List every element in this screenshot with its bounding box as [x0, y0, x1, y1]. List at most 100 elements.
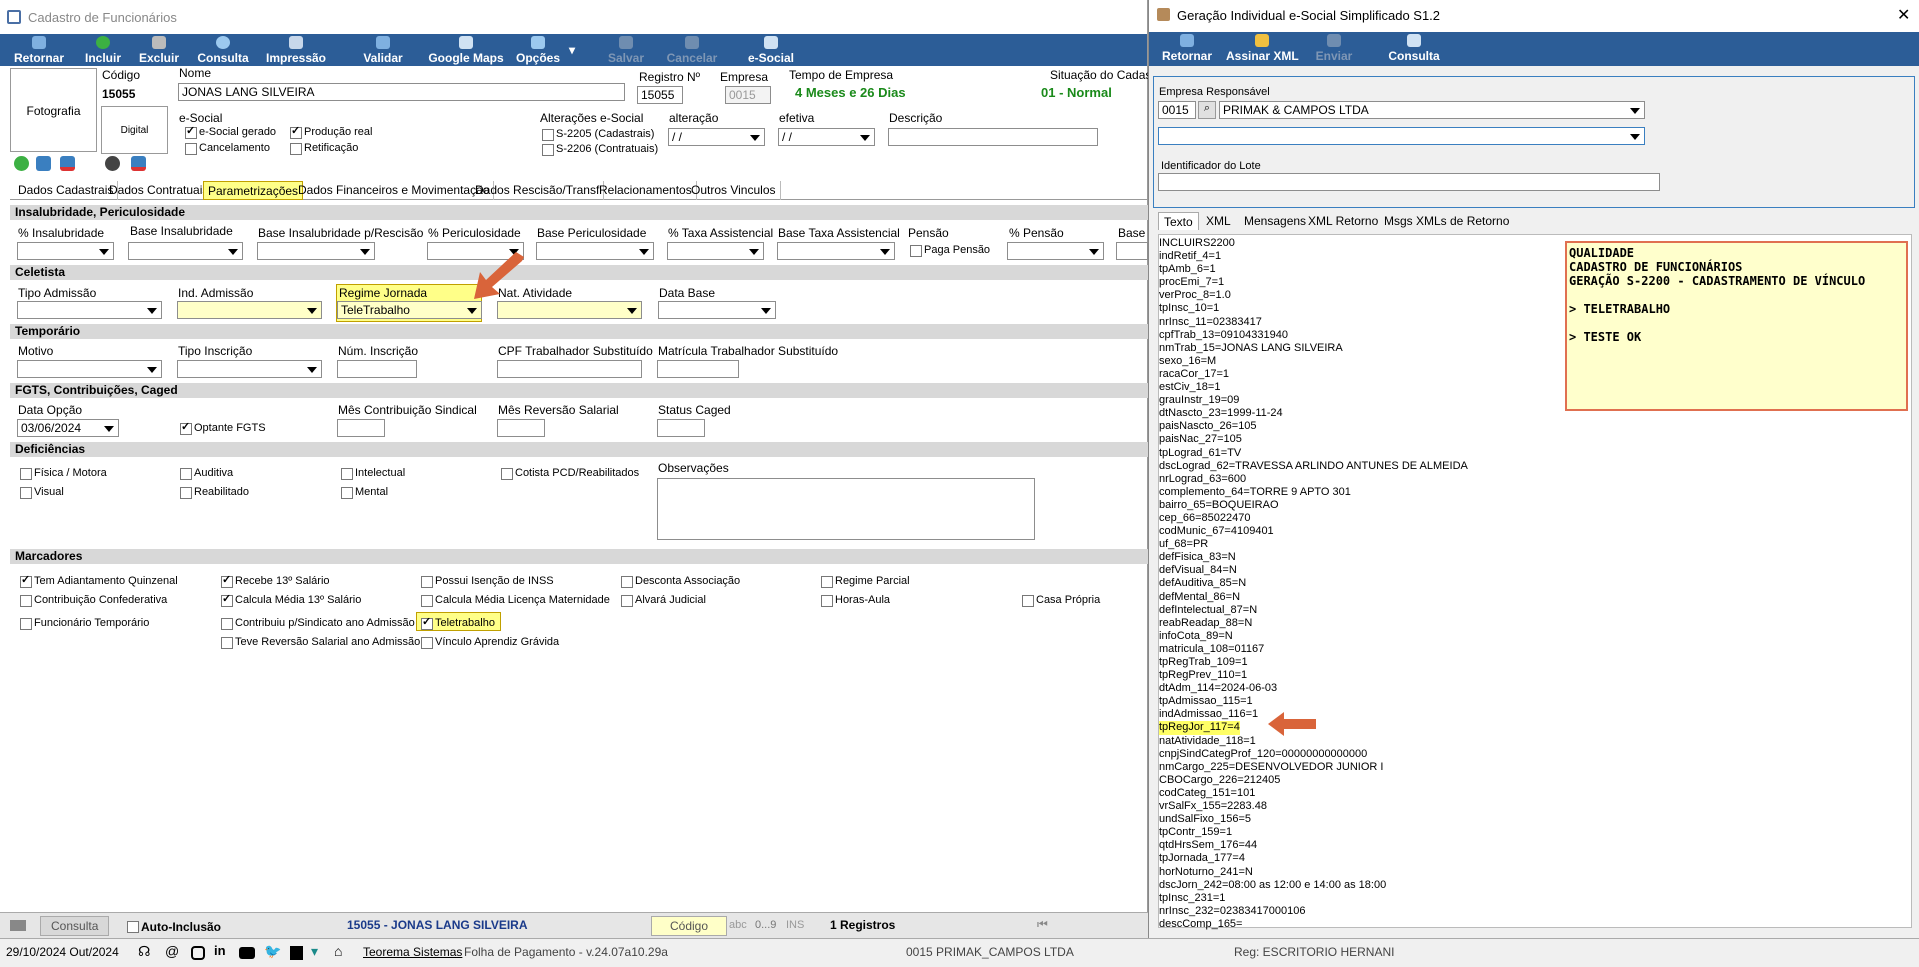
- alvara-judicial-checkbox[interactable]: Alvará Judicial: [621, 594, 706, 607]
- auto-inclusao-checkbox[interactable]: Auto-Inclusão: [127, 920, 221, 934]
- tipo-admissao-select[interactable]: [17, 301, 162, 319]
- tab-dados-cadastrais[interactable]: Dados Cadastrais: [14, 181, 119, 200]
- tab-texto[interactable]: Texto: [1158, 212, 1199, 230]
- recebe-13-checkbox[interactable]: Recebe 13º Salário: [221, 573, 330, 588]
- teorema-link[interactable]: Teorema Sistemas: [363, 945, 462, 959]
- search-icon[interactable]: ⌕: [1198, 101, 1216, 119]
- aprendiz-gravida-checkbox[interactable]: Vínculo Aprendiz Grávida: [421, 636, 559, 649]
- esocial-button[interactable]: e-Social: [747, 34, 795, 66]
- retificacao-checkbox[interactable]: Retificação: [290, 142, 358, 155]
- defic-intelectual-checkbox[interactable]: Intelectual: [341, 467, 405, 480]
- registro-input[interactable]: 15055: [637, 86, 683, 104]
- defic-visual-checkbox[interactable]: Visual: [20, 486, 64, 499]
- tab-parametrizacoes[interactable]: Parametrizações: [203, 181, 304, 200]
- side-consulta-button[interactable]: Consulta: [1384, 32, 1444, 64]
- data-base-select[interactable]: [658, 301, 776, 319]
- side-retornar-button[interactable]: Retornar: [1159, 32, 1215, 64]
- validar-button[interactable]: Validar: [358, 34, 408, 66]
- twitter-icon[interactable]: 🐦: [264, 943, 281, 960]
- impressao-button[interactable]: Impressão: [263, 34, 329, 66]
- status-caged-input[interactable]: [657, 419, 705, 437]
- horas-aula-checkbox[interactable]: Horas-Aula: [821, 594, 890, 607]
- optante-fgts-checkbox[interactable]: Optante FGTS: [180, 420, 266, 435]
- opcoes-button[interactable]: Opções: [516, 34, 560, 66]
- delete-photo-icon[interactable]: [60, 156, 75, 171]
- nome-input[interactable]: JONAS LANG SILVEIRA: [178, 83, 625, 101]
- fingerprint-icon[interactable]: [105, 156, 120, 171]
- empresa-code-input[interactable]: 0015: [1158, 101, 1196, 119]
- regime-jornada-select[interactable]: TeleTrabalho: [337, 301, 482, 319]
- teletrabalho-checkbox[interactable]: Teletrabalho: [421, 615, 495, 630]
- add-photo-icon[interactable]: [14, 156, 29, 171]
- func-temporario-checkbox[interactable]: Funcionário Temporário: [20, 617, 149, 630]
- contrib-confed-checkbox[interactable]: Contribuição Confederativa: [20, 594, 167, 607]
- camera-icon[interactable]: [36, 156, 51, 171]
- reversao-salarial-checkbox[interactable]: Teve Reversão Salarial ano Admissão: [221, 636, 420, 649]
- tab-dados-financeiros[interactable]: Dados Financeiros e Movimentação: [294, 181, 495, 200]
- delete-digital-icon[interactable]: [131, 156, 146, 171]
- youtube-icon[interactable]: [239, 947, 255, 959]
- defic-auditiva-checkbox[interactable]: Auditiva: [180, 467, 233, 480]
- digital-box[interactable]: Digital: [101, 106, 168, 154]
- empresa-name-select[interactable]: PRIMAK & CAMPOS LTDA: [1219, 101, 1645, 119]
- tab-msgs-xml-retorno[interactable]: Msgs XMLs de Retorno: [1379, 212, 1514, 230]
- num-inscricao-input[interactable]: [337, 360, 417, 378]
- defic-fisica-checkbox[interactable]: Física / Motora: [20, 467, 107, 480]
- desconta-assoc-checkbox[interactable]: Desconta Associação: [621, 575, 740, 588]
- taxa-pct-select[interactable]: [667, 242, 764, 260]
- cancelar-button[interactable]: Cancelar: [664, 34, 720, 66]
- media-13-checkbox[interactable]: Calcula Média 13º Salário: [221, 592, 361, 607]
- codigo-order-button[interactable]: Código: [651, 916, 728, 936]
- contrib-sindicato-checkbox[interactable]: Contribuiu p/Sindicato ano Admissão: [221, 617, 415, 630]
- base-peric-select[interactable]: [536, 242, 654, 260]
- pensao-pct-select[interactable]: [1007, 242, 1104, 260]
- linkedin-icon[interactable]: in: [214, 943, 226, 958]
- support-icon[interactable]: ☊: [138, 943, 150, 960]
- alteracao-date[interactable]: / /: [668, 128, 765, 146]
- defic-mental-checkbox[interactable]: Mental: [341, 486, 388, 499]
- cpf-sub-input[interactable]: [497, 360, 642, 378]
- first-record-icon[interactable]: ⏮: [1037, 917, 1048, 932]
- tab-dados-contratuais[interactable]: Dados Contratuais: [105, 181, 214, 200]
- media-licenca-checkbox[interactable]: Calcula Média Licença Maternidade: [421, 594, 610, 607]
- descricao-input[interactable]: [888, 128, 1098, 146]
- secondary-select[interactable]: [1158, 127, 1645, 145]
- matricula-sub-input[interactable]: [657, 360, 739, 378]
- lote-input[interactable]: [1158, 173, 1660, 191]
- tab-outros-vinculos[interactable]: Outros Vinculos: [687, 181, 781, 200]
- isencao-inss-checkbox[interactable]: Possui Isenção de INSS: [421, 575, 554, 588]
- instagram-icon[interactable]: [191, 946, 205, 960]
- tab-mensagens[interactable]: Mensagens: [1239, 212, 1311, 230]
- google-maps-button[interactable]: Google Maps: [428, 34, 504, 66]
- tab-xml[interactable]: XML: [1201, 212, 1236, 230]
- opcoes-dropdown-icon[interactable]: ▾: [566, 34, 578, 66]
- casa-propria-checkbox[interactable]: Casa Própria: [1022, 594, 1100, 607]
- efetiva-date[interactable]: / /: [778, 128, 875, 146]
- observacoes-textarea[interactable]: [657, 478, 1035, 540]
- esocial-gerado-checkbox[interactable]: e-Social gerado: [185, 124, 276, 139]
- excluir-button[interactable]: Excluir: [136, 34, 182, 66]
- tipo-inscricao-select[interactable]: [177, 360, 322, 378]
- facebook-icon[interactable]: [290, 946, 303, 960]
- base-pensao-select[interactable]: [1116, 242, 1148, 260]
- incluir-button[interactable]: Incluir: [80, 34, 126, 66]
- producao-real-checkbox[interactable]: Produção real: [290, 124, 373, 139]
- tab-xml-retorno[interactable]: XML Retorno: [1303, 212, 1383, 230]
- s2205-checkbox[interactable]: S-2205 (Cadastrais): [542, 128, 654, 141]
- base-insal-resc-select[interactable]: [257, 242, 375, 260]
- regime-parcial-checkbox[interactable]: Regime Parcial: [821, 575, 910, 588]
- insal-pct-select[interactable]: [17, 242, 114, 260]
- at-icon[interactable]: @: [165, 943, 179, 959]
- paga-pensao-checkbox[interactable]: Paga Pensão: [910, 244, 990, 257]
- assinar-xml-button[interactable]: Assinar XML: [1226, 32, 1299, 64]
- consulta-status[interactable]: Consulta: [40, 916, 110, 936]
- s2206-checkbox[interactable]: S-2206 (Contratuais): [542, 143, 658, 156]
- reabilitado-checkbox[interactable]: Reabilitado: [180, 486, 249, 499]
- data-opcao-input[interactable]: 03/06/2024: [17, 419, 119, 437]
- ind-admissao-select[interactable]: [177, 301, 322, 319]
- tab-relacionamentos[interactable]: Relacionamentos: [595, 181, 697, 200]
- retornar-button[interactable]: Retornar: [10, 34, 68, 66]
- close-icon[interactable]: ✕: [1897, 5, 1910, 25]
- enviar-button[interactable]: Enviar: [1314, 32, 1354, 64]
- base-insal-select[interactable]: [128, 242, 243, 260]
